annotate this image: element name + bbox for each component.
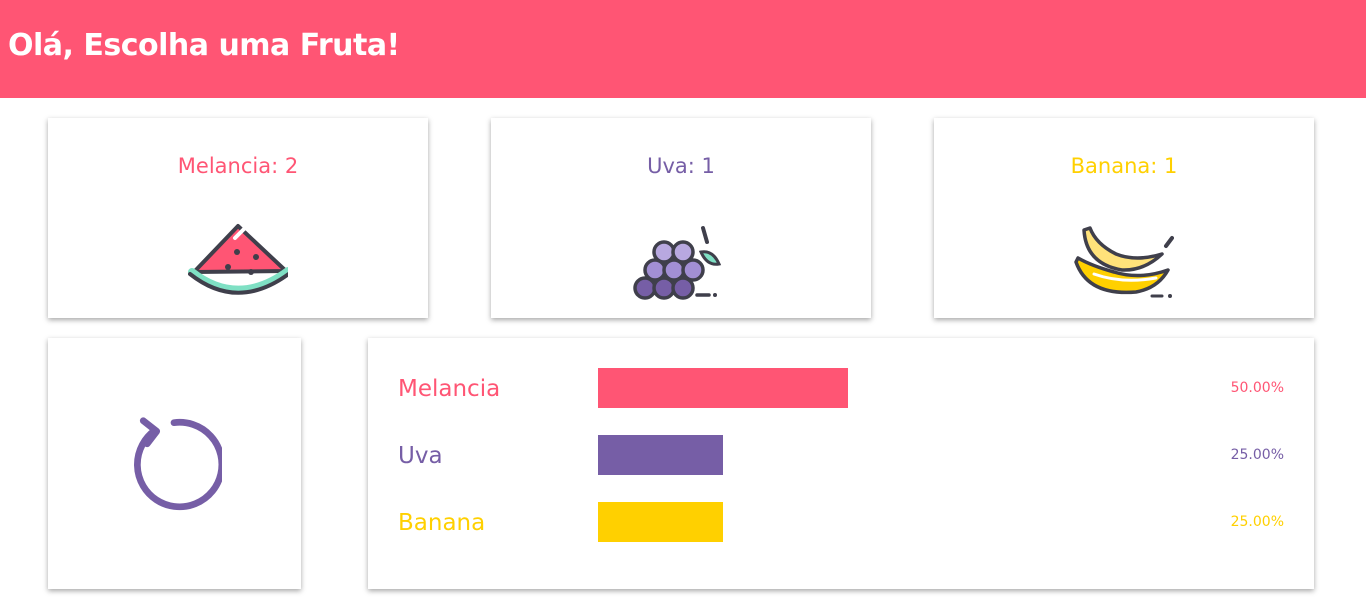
result-percent: 50.00% (1230, 380, 1284, 396)
banana-icon (1074, 226, 1174, 298)
watermelon-icon (188, 224, 288, 295)
fruit-card-banana[interactable]: Banana: 1 (934, 118, 1314, 318)
result-percent: 25.00% (1230, 447, 1284, 463)
result-row-melancia: Melancia 50.00% (368, 368, 1314, 408)
result-bar-track (598, 368, 1098, 408)
fruit-label-melancia: Melancia: 2 (177, 154, 299, 178)
result-bar-track (598, 502, 1098, 542)
result-percent: 25.00% (1230, 514, 1284, 530)
result-bar-melancia (598, 368, 848, 408)
result-bar-track (598, 435, 1098, 475)
result-row-banana: Banana 25.00% (368, 502, 1314, 542)
result-bar-banana (598, 502, 723, 542)
results-panel: Melancia 50.00% Uva 25.00% Banana 25.00% (368, 338, 1314, 589)
result-name: Uva (398, 443, 443, 469)
page-title: Olá, Escolha uma Fruta! (8, 28, 400, 63)
reset-icon (134, 417, 222, 511)
result-row-uva: Uva 25.00% (368, 435, 1314, 475)
fruit-card-melancia[interactable]: Melancia: 2 (48, 118, 428, 318)
header: Olá, Escolha uma Fruta! (0, 0, 1366, 98)
reset-button[interactable] (48, 338, 301, 589)
result-name: Melancia (398, 376, 501, 402)
fruit-label-banana: Banana: 1 (1070, 154, 1178, 178)
fruit-label-uva: Uva: 1 (647, 154, 715, 178)
grapes-icon (633, 226, 722, 300)
result-name: Banana (398, 510, 486, 536)
fruit-card-uva[interactable]: Uva: 1 (491, 118, 871, 318)
result-bar-uva (598, 435, 723, 475)
